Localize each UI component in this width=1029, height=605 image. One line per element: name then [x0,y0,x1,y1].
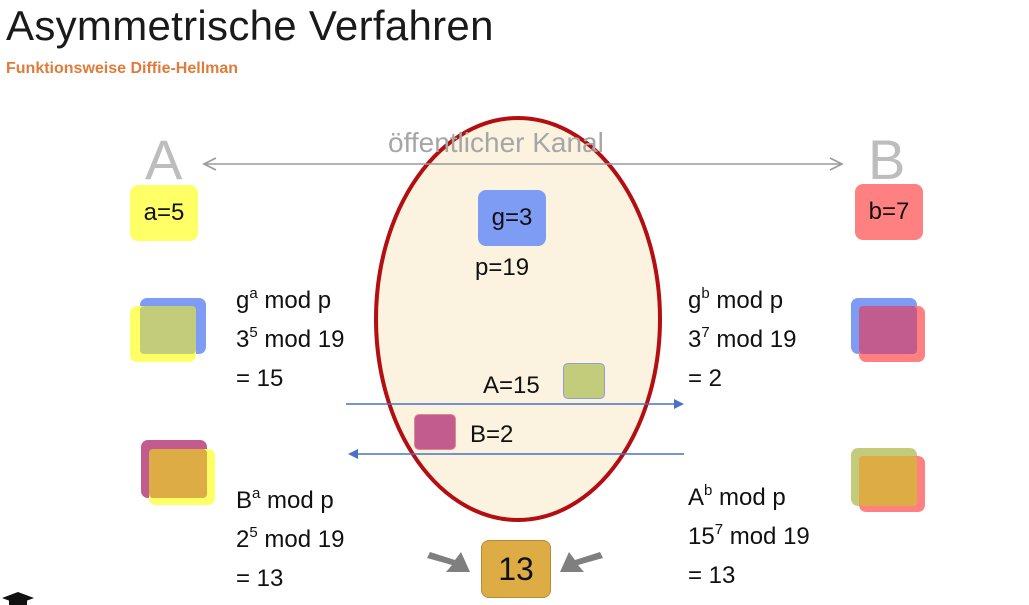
slide-title: Asymmetrische Verfahren [6,2,494,49]
b-formula-line: gb mod p [688,285,784,314]
a-formula-line: ga mod p [236,285,332,314]
b-key-calculation: Ab mod p 157 mod 19 = 13 [688,480,810,594]
private-key-a: a=5 [130,185,198,241]
a-public-calculation: ga mod p 35 mod 19 = 15 [236,283,344,397]
message-a-color [563,363,605,399]
b-numeric-line: 37 mod 19 [688,324,797,353]
b-public-calculation: gb mod p 37 mod 19 = 2 [688,283,796,397]
message-a-label: A=15 [483,372,540,399]
arrow-left-icon [560,552,603,572]
channel-label: öffentlicher Kanal [388,127,604,158]
color-square-orange-b [859,456,917,506]
a-key-calculation: Ba mod p 25 mod 19 = 13 [236,483,344,597]
b-key-formula-line: Ab mod p [688,482,786,511]
public-channel-ellipse [374,116,662,522]
arrow-right-icon [427,552,470,572]
color-square-orange-a [149,449,207,498]
a-result-line: = 15 [236,365,284,392]
private-key-b: b=7 [855,184,923,240]
party-b-label: B [868,128,906,191]
a-numeric-line: 35 mod 19 [236,324,345,353]
shared-secret-box: 13 [481,540,551,598]
a-key-formula-line: Ba mod p [236,485,334,514]
color-square-mixed-a [140,306,196,354]
public-param-g: g=3 [478,190,546,246]
slide-subtitle: Funktionsweise Diffie-Hellman [6,60,239,77]
b-key-numeric-line: 157 mod 19 [688,521,810,550]
b-result-line: = 2 [688,365,723,392]
b-key-result-line: = 13 [688,562,736,589]
message-b-color [414,414,456,450]
a-key-numeric-line: 25 mod 19 [236,524,345,553]
message-b-label: B=2 [470,421,514,448]
party-a-label: A [145,128,183,191]
color-square-mixed-b [859,306,917,354]
a-key-result-line: = 13 [236,565,284,592]
public-param-p: p=19 [475,254,530,281]
graduation-cap-icon [2,592,34,605]
